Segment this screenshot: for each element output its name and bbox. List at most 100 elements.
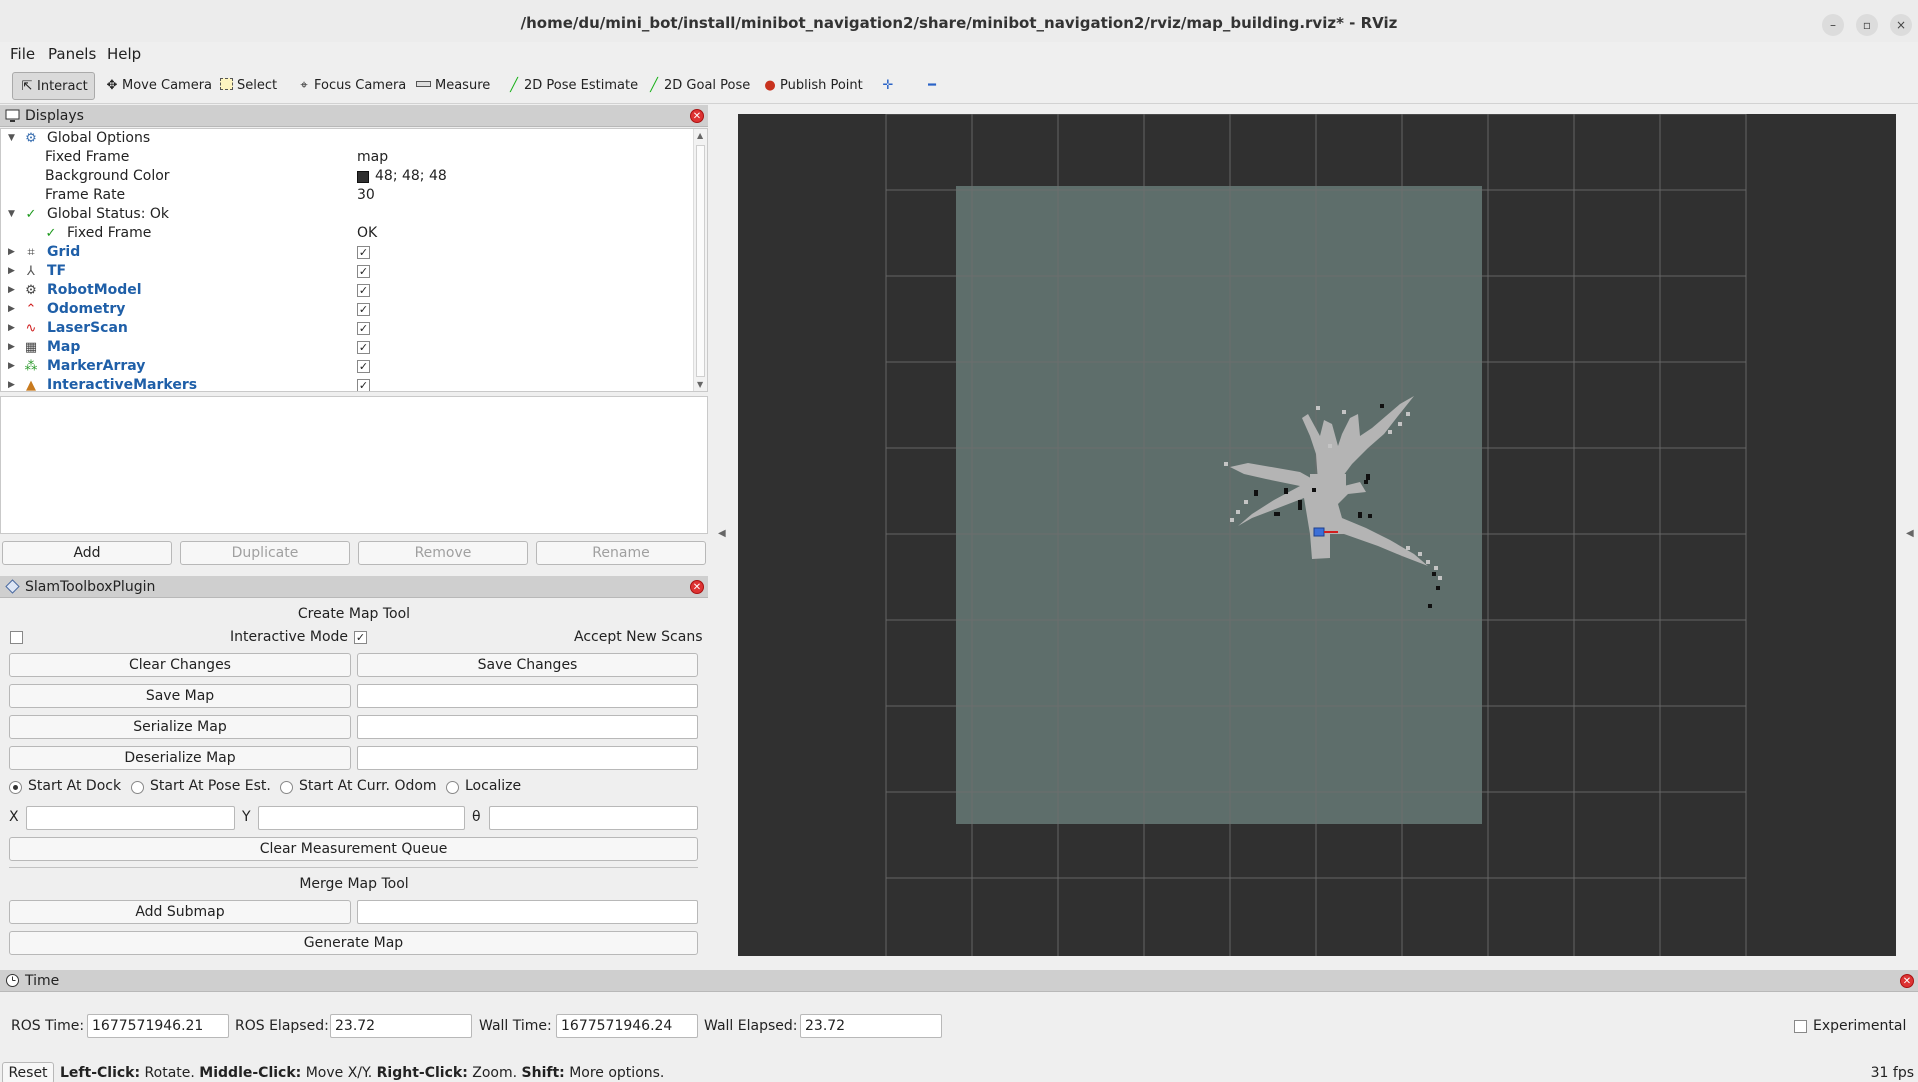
remove-display-button[interactable]: Remove [358, 541, 528, 565]
rename-display-button[interactable]: Rename [536, 541, 706, 565]
display-enabled-checkbox[interactable]: ✓ [357, 379, 370, 391]
display-item-interactivemarkers[interactable]: ▶ ▲ InteractiveMarkers ✓ [1, 376, 691, 391]
status-fixed-frame-row[interactable]: ✓ Fixed Frame OK [1, 224, 691, 243]
serialize-map-button[interactable]: Serialize Map [9, 715, 351, 739]
expand-down-icon[interactable]: ▼ [8, 205, 15, 224]
focus-camera-tool-button[interactable]: ⌖ Focus Camera [290, 72, 412, 100]
submap-name-input[interactable] [357, 900, 698, 924]
expand-right-icon[interactable]: ▶ [8, 338, 15, 357]
publish-point-tool-button[interactable]: ● Publish Point [756, 72, 869, 100]
close-icon[interactable]: ✕ [1900, 974, 1914, 988]
move-camera-label: Move Camera [122, 78, 213, 93]
background-color-value[interactable]: 48; 48; 48 [375, 167, 447, 186]
clear-measurement-queue-button[interactable]: Clear Measurement Queue [9, 837, 698, 861]
clear-changes-button[interactable]: Clear Changes [9, 653, 351, 677]
remove-tool-button[interactable]: ━ [918, 72, 948, 100]
expand-right-icon[interactable]: ▶ [8, 262, 15, 281]
deserialize-map-name-input[interactable] [357, 746, 698, 770]
collapse-right-icon[interactable]: ◀ [1906, 528, 1914, 539]
add-submap-button[interactable]: Add Submap [9, 900, 351, 924]
frame-rate-row[interactable]: Frame Rate 30 [1, 186, 691, 205]
wall-time-field[interactable]: 1677571946.24 [556, 1014, 698, 1038]
start-at-curr-odom-radio[interactable] [280, 781, 293, 794]
menu-help[interactable]: Help [107, 45, 141, 63]
global-options-row[interactable]: ▼ ⚙ Global Options [1, 129, 691, 148]
display-enabled-checkbox[interactable]: ✓ [357, 246, 370, 259]
ros-elapsed-field[interactable]: 23.72 [330, 1014, 472, 1038]
display-enabled-checkbox[interactable]: ✓ [357, 284, 370, 297]
display-enabled-checkbox[interactable]: ✓ [357, 322, 370, 335]
deserialize-map-button[interactable]: Deserialize Map [9, 746, 351, 770]
display-enabled-checkbox[interactable]: ✓ [357, 360, 370, 373]
display-item-markerarray[interactable]: ▶ ⁂ MarkerArray ✓ [1, 357, 691, 376]
generate-map-button[interactable]: Generate Map [9, 931, 698, 955]
measure-tool-button[interactable]: Measure [410, 72, 496, 100]
y-input[interactable] [258, 806, 465, 830]
reset-button[interactable]: Reset [2, 1062, 54, 1082]
global-status-row[interactable]: ▼ ✓ Global Status: Ok [1, 205, 691, 224]
goal-pose-tool-button[interactable]: ╱ 2D Goal Pose [640, 72, 756, 100]
display-item-laserscan[interactable]: ▶ ∿ LaserScan ✓ [1, 319, 691, 338]
expand-right-icon[interactable]: ▶ [8, 300, 15, 319]
experimental-checkbox[interactable] [1794, 1020, 1807, 1033]
theta-input[interactable] [489, 806, 698, 830]
menu-panels[interactable]: Panels [48, 45, 96, 63]
display-item-grid[interactable]: ▶ ⌗ Grid ✓ [1, 243, 691, 262]
display-enabled-checkbox[interactable]: ✓ [357, 265, 370, 278]
background-color-row[interactable]: Background Color 48; 48; 48 [1, 167, 691, 186]
start-at-pose-est-radio[interactable] [131, 781, 144, 794]
collapse-left-icon[interactable]: ◀ [718, 528, 726, 539]
minimize-button[interactable]: – [1822, 14, 1844, 36]
localize-radio[interactable] [446, 781, 459, 794]
close-icon[interactable]: ✕ [690, 580, 704, 594]
menu-file[interactable]: File [10, 45, 35, 63]
accept-new-scans-checkbox[interactable]: ✓ [354, 631, 367, 644]
close-window-button[interactable]: × [1890, 14, 1912, 36]
start-at-dock-radio[interactable] [9, 781, 22, 794]
hint-shift: Shift: [521, 1065, 565, 1081]
map-render[interactable] [738, 114, 1896, 956]
odometry-icon: ⌃ [25, 302, 37, 317]
wall-elapsed-field[interactable]: 23.72 [800, 1014, 942, 1038]
move-camera-tool-button[interactable]: ✥ Move Camera [98, 72, 218, 100]
expand-right-icon[interactable]: ▶ [8, 376, 15, 391]
frame-rate-value[interactable]: 30 [357, 186, 375, 205]
display-enabled-checkbox[interactable]: ✓ [357, 341, 370, 354]
select-tool-button[interactable]: Select [214, 72, 283, 100]
display-enabled-checkbox[interactable]: ✓ [357, 303, 370, 316]
interact-tool-button[interactable]: ⇱ Interact [12, 72, 95, 100]
x-input[interactable] [26, 806, 235, 830]
expand-right-icon[interactable]: ▶ [8, 357, 15, 376]
maximize-button[interactable]: ▫ [1856, 14, 1878, 36]
ros-time-field[interactable]: 1677571946.21 [87, 1014, 229, 1038]
fixed-frame-row[interactable]: Fixed Frame map [1, 148, 691, 167]
tree-scrollbar[interactable]: ▲ ▼ [693, 129, 707, 391]
display-item-robotmodel[interactable]: ▶ ⚙ RobotModel ✓ [1, 281, 691, 300]
display-item-odometry[interactable]: ▶ ⌃ Odometry ✓ [1, 300, 691, 319]
save-map-name-input[interactable] [357, 684, 698, 708]
display-item-tf[interactable]: ▶ ⅄ TF ✓ [1, 262, 691, 281]
add-display-button[interactable]: Add [2, 541, 172, 565]
close-icon[interactable]: ✕ [690, 109, 704, 123]
color-swatch[interactable] [357, 171, 369, 183]
serialize-map-name-input[interactable] [357, 715, 698, 739]
interactive-mode-checkbox[interactable] [10, 631, 23, 644]
expand-down-icon[interactable]: ▼ [8, 129, 15, 148]
expand-right-icon[interactable]: ▶ [8, 281, 15, 300]
pose-estimate-tool-button[interactable]: ╱ 2D Pose Estimate [500, 72, 644, 100]
add-tool-button[interactable]: ✛ [874, 72, 904, 100]
save-map-button[interactable]: Save Map [9, 684, 351, 708]
scroll-up-icon[interactable]: ▲ [697, 131, 703, 140]
display-item-map[interactable]: ▶ ▦ Map ✓ [1, 338, 691, 357]
fixed-frame-value[interactable]: map [357, 148, 388, 167]
tf-icon: ⅄ [27, 264, 35, 279]
wall-time-label: Wall Time: [479, 1018, 552, 1034]
displays-title: Displays [25, 108, 84, 124]
expand-right-icon[interactable]: ▶ [8, 319, 15, 338]
scrollbar-thumb[interactable] [696, 145, 705, 377]
render-viewport[interactable] [738, 114, 1896, 956]
scroll-down-icon[interactable]: ▼ [697, 380, 703, 389]
duplicate-display-button[interactable]: Duplicate [180, 541, 350, 565]
save-changes-button[interactable]: Save Changes [357, 653, 698, 677]
expand-right-icon[interactable]: ▶ [8, 243, 15, 262]
